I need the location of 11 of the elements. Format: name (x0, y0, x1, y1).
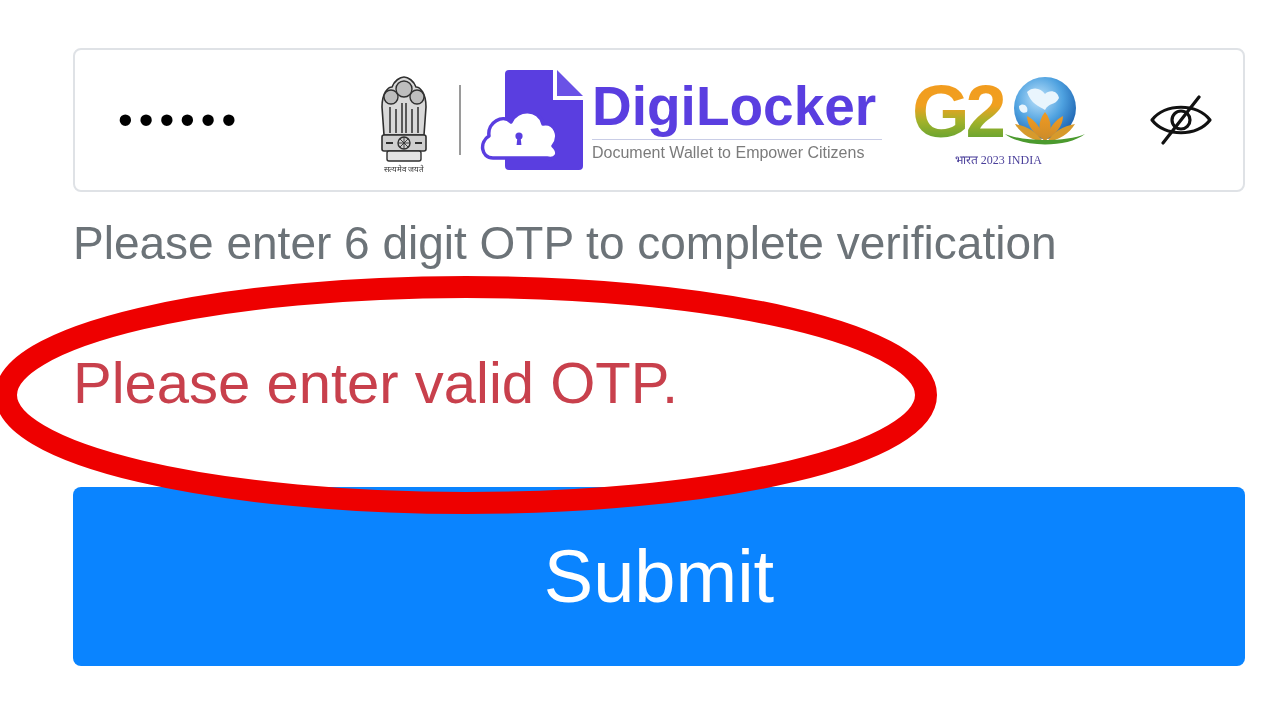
brand-name: DigiLocker (592, 77, 877, 135)
g20-caption: भारत 2023 INDIA (954, 153, 1042, 167)
otp-hint-text: Please enter 6 digit OTP to complete verification (73, 216, 1058, 270)
eye-slash-icon[interactable] (1149, 95, 1213, 145)
error-message: Please enter valid OTP. (73, 350, 680, 416)
otp-field[interactable]: •••••• सत्यमेव जयते DigiLocker Document Wallet to Empower Citizens G2 भारत 2023 INDIA (73, 48, 1245, 192)
otp-value: •••••• (118, 99, 244, 141)
submit-button[interactable]: Submit (73, 487, 1245, 666)
lion-emblem-icon (378, 73, 430, 165)
emblem-motto: सत्यमेव जयते (383, 165, 425, 175)
brand-tagline: Document Wallet to Empower Citizens (592, 143, 865, 163)
